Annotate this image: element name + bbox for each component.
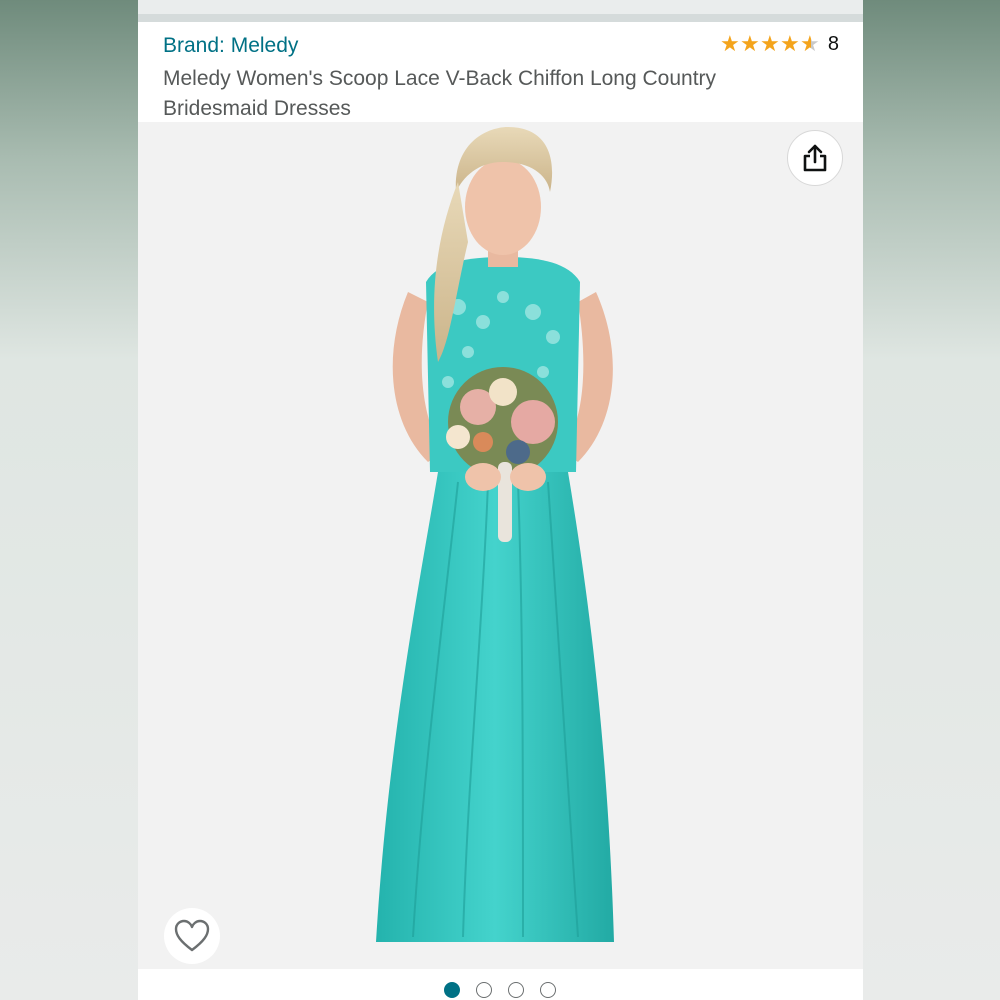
heart-icon — [174, 919, 210, 952]
wishlist-button[interactable] — [164, 908, 220, 964]
star-icon: ★ — [780, 31, 800, 56]
half-star-icon: ★ — [800, 31, 820, 56]
share-icon — [803, 144, 827, 172]
star-rating: ★ ★ ★ ★ ★ — [720, 32, 820, 56]
product-title: Meledy Women's Scoop Lace V-Back Chiffon… — [163, 67, 717, 120]
rating-count: 8 — [827, 32, 839, 55]
carousel-dot-2[interactable] — [476, 982, 492, 998]
carousel-dot-4[interactable] — [540, 982, 556, 998]
product-header: Brand: Meledy ★ ★ ★ ★ ★ 8 Meledy Women's… — [138, 22, 863, 122]
product-photo — [376, 127, 614, 942]
star-icon: ★ — [720, 31, 740, 56]
top-divider — [138, 14, 863, 22]
background-left — [0, 0, 138, 1000]
star-icon: ★ — [740, 31, 760, 56]
rating-summary[interactable]: ★ ★ ★ ★ ★ 8 — [720, 32, 839, 56]
carousel-indicator — [138, 969, 863, 1000]
carousel-dot-3[interactable] — [508, 982, 524, 998]
share-button[interactable] — [787, 130, 843, 186]
brand-link[interactable]: Brand: Meledy — [163, 34, 298, 58]
top-strip — [138, 0, 863, 14]
product-page: Brand: Meledy ★ ★ ★ ★ ★ 8 Meledy Women's… — [138, 0, 863, 1000]
product-image-carousel[interactable] — [138, 122, 863, 969]
background-right — [863, 0, 1000, 1000]
carousel-dot-1[interactable] — [444, 982, 460, 998]
star-icon: ★ — [760, 31, 780, 56]
